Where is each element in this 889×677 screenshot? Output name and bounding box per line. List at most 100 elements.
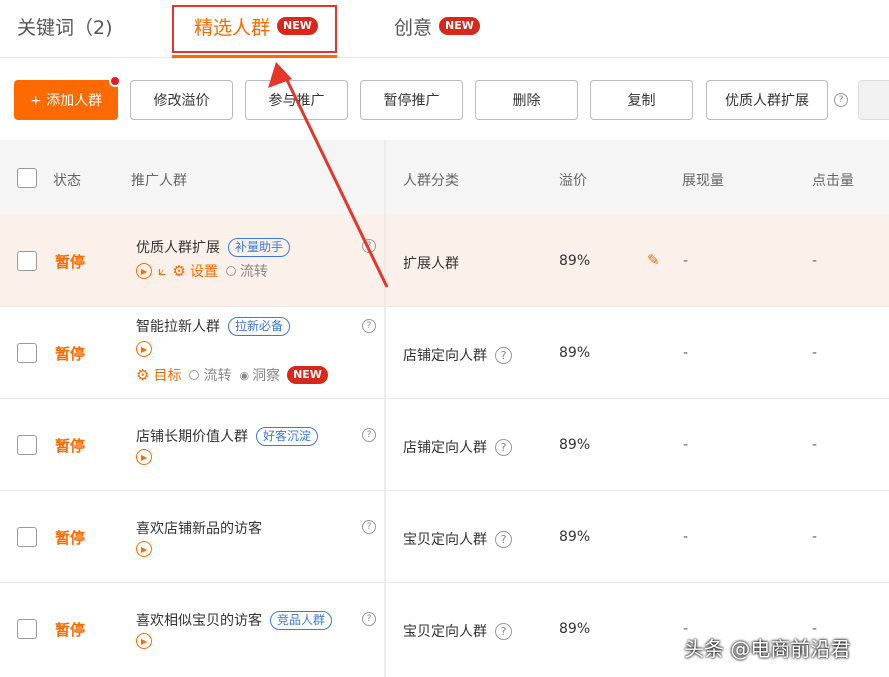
help-icon[interactable]: ? (362, 239, 376, 253)
audience-name-text: 喜欢店铺新品的访客 (136, 521, 262, 537)
impressions-value: - (683, 345, 689, 361)
header-status: 状态 (53, 173, 81, 189)
premium-value: 89% (559, 529, 591, 545)
audience-name-text: 智能拉新人群 (136, 319, 220, 335)
header-category: 人群分类 (403, 173, 459, 189)
audience-tag: 好客沉淀 (256, 426, 319, 446)
status-text: 暂停 (55, 345, 86, 363)
watermark: 头条 @电商前沿君 (684, 637, 851, 661)
new-badge: NEW (287, 366, 328, 384)
target-icon[interactable]: ⚙ (136, 366, 149, 384)
header-impressions: 展现量 (682, 173, 724, 189)
play-icon[interactable]: ▶ (136, 633, 152, 649)
action-icons: ▶ ⟀ ⚙ 设置 流转 (136, 261, 268, 281)
header-audience: 推广人群 (131, 173, 187, 189)
row-checkbox[interactable] (17, 619, 37, 639)
impressions-value: - (683, 529, 689, 545)
toolbar: + 添加人群 修改溢价 参与推广 暂停推广 删除 复制 优质人群扩展 ? (0, 75, 889, 122)
select-all-checkbox[interactable] (17, 168, 37, 188)
quality-audience-expand-label: 优质人群扩展 (725, 93, 809, 109)
delete-label: 删除 (512, 93, 541, 109)
help-icon[interactable]: ? (362, 612, 376, 626)
tab-keywords[interactable]: 关键词（2) (17, 10, 113, 42)
help-icon[interactable]: ? (362, 428, 376, 442)
category-cell: 宝贝定向人群 ? (403, 529, 512, 549)
play-icon[interactable]: ▶ (136, 449, 152, 465)
copy-button[interactable]: 复制 (590, 80, 693, 120)
audience-name: 喜欢店铺新品的访客 (136, 518, 262, 538)
flow-label: 流转 (239, 264, 268, 280)
premium-value: 89% (559, 437, 591, 453)
play-icon[interactable]: ▶ (136, 541, 152, 557)
modify-premium-button[interactable]: 修改溢价 (130, 80, 233, 120)
clicks-value: - (812, 345, 818, 361)
add-audience-label: + 添加人群 (29, 93, 103, 109)
edit-pencil-icon[interactable]: ✎ (647, 251, 660, 269)
truncated-button[interactable] (858, 80, 889, 120)
play-icon[interactable]: ▶ (136, 263, 152, 279)
audience-name: 喜欢相似宝贝的访客 竞品人群 (136, 610, 333, 630)
row-checkbox[interactable] (17, 343, 37, 363)
gear-icon[interactable]: ⚙ (172, 262, 185, 280)
settings-link[interactable]: 设置 (190, 261, 218, 281)
help-icon[interactable]: ? (834, 93, 848, 107)
audience-name: 店铺长期价值人群 好客沉淀 (136, 426, 319, 446)
category-text: 宝贝定向人群 (403, 624, 487, 640)
action-icons: ▶ (136, 633, 158, 649)
help-icon[interactable]: ? (362, 520, 376, 534)
join-promotion-label: 参与推广 (268, 93, 325, 109)
flow-link[interactable]: 流转 (225, 261, 268, 281)
help-icon[interactable]: ? (495, 346, 512, 364)
eye-icon: ◉ (239, 368, 250, 382)
flow-icon (225, 266, 236, 276)
header-clicks: 点击量 (812, 173, 854, 189)
help-icon[interactable]: ? (495, 530, 512, 548)
play-icon[interactable]: ▶ (136, 341, 152, 357)
pause-promotion-label: 暂停推广 (383, 93, 440, 109)
chart-icon[interactable]: ⟀ (158, 263, 166, 279)
audience-table: 状态 推广人群 人群分类 溢价 展现量 点击量 暂停 优质人群扩展 补量助手 ?… (0, 140, 889, 675)
row-checkbox[interactable] (17, 251, 37, 271)
header-premium: 溢价 (559, 173, 587, 189)
premium-value: 89% (559, 621, 591, 637)
insight-link[interactable]: ◉ 洞察 (239, 365, 280, 385)
delete-button[interactable]: 删除 (475, 80, 578, 120)
action-icons: ▶ (136, 449, 158, 465)
target-link[interactable]: 目标 (153, 365, 181, 385)
insight-label: 洞察 (252, 368, 281, 384)
add-audience-button[interactable]: + 添加人群 (14, 75, 121, 120)
impressions-value: - (683, 253, 689, 269)
help-icon[interactable]: ? (495, 438, 512, 456)
copy-label: 复制 (627, 93, 656, 109)
category-text: 宝贝定向人群 (403, 532, 487, 548)
category-text: 店铺定向人群 (403, 440, 487, 456)
audience-name-text: 店铺长期价值人群 (136, 429, 248, 445)
action-icons: ▶ (136, 341, 158, 357)
pause-promotion-button[interactable]: 暂停推广 (360, 80, 463, 120)
flow-icon (189, 370, 200, 380)
tab-creative[interactable]: 创意 NEW (394, 10, 480, 42)
category-text: 扩展人群 (403, 256, 459, 272)
join-promotion-button[interactable]: 参与推广 (245, 80, 348, 120)
audience-tag: 竞品人群 (270, 610, 333, 630)
category-cell: 店铺定向人群 ? (403, 437, 512, 457)
help-icon[interactable]: ? (495, 622, 512, 640)
table-row: 暂停 店铺长期价值人群 好客沉淀 ? ▶ 店铺定向人群 ? 89% - - (0, 399, 889, 491)
help-icon[interactable]: ? (362, 319, 376, 333)
clicks-value: - (812, 529, 818, 545)
premium-value: 89% (559, 253, 591, 269)
tab-keywords-label: 关键词（2) (17, 16, 113, 39)
category-cell: 店铺定向人群 ? (403, 345, 512, 365)
flow-link[interactable]: 流转 (189, 365, 231, 385)
audience-name-text: 优质人群扩展 (136, 240, 220, 256)
category-text: 店铺定向人群 (403, 348, 487, 364)
table-row: 暂停 喜欢店铺新品的访客 ? ▶ 宝贝定向人群 ? 89% - - (0, 491, 889, 583)
row-checkbox[interactable] (17, 527, 37, 547)
premium-value: 89% (559, 345, 591, 361)
row-checkbox[interactable] (17, 435, 37, 455)
tab-bar: 关键词（2) 精选人群 NEW 创意 NEW (0, 0, 889, 58)
quality-audience-expand-button[interactable]: 优质人群扩展 (706, 80, 828, 120)
action-links: ⚙ 目标 流转 ◉ 洞察 NEW (136, 365, 328, 385)
status-text: 暂停 (55, 437, 86, 455)
frozen-column-divider (384, 140, 386, 677)
